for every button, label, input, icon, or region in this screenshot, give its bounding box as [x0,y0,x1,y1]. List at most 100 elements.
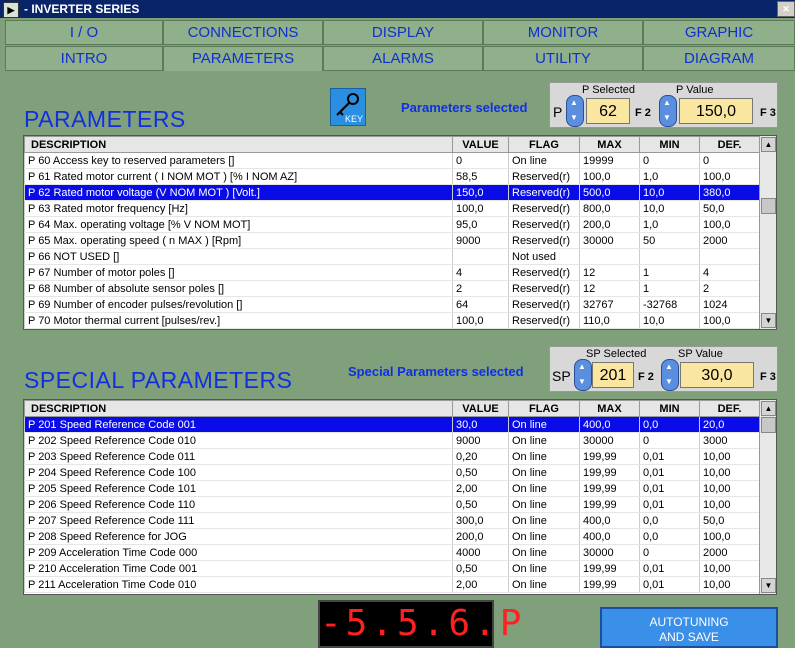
cell-flag: On line [508,576,580,593]
cell-max: 110,0 [579,312,640,329]
cell-flag: Reserved(r) [508,296,580,313]
table-row[interactable]: P 211 Acceleration Time Code 010 2,00 On l… [24,576,760,593]
cell-flag: On line [508,152,580,169]
tab-alarms[interactable]: ALARMS [323,46,483,71]
sp-col-flag[interactable]: FLAG [508,400,580,417]
cell-def: 100,0 [699,216,760,233]
cell-description: P 63 Rated motor frequency [Hz] [24,200,453,217]
cell-max: 199,99 [579,496,640,513]
scroll-up-icon[interactable]: ▲ [761,137,776,152]
table-row[interactable]: P 209 Acceleration Time Code 000 4000 On l… [24,544,760,561]
cell-def: 10,00 [699,448,760,465]
cell-max: 200,0 [579,216,640,233]
sp-selected-spinner[interactable]: ▲ ▼ [574,359,592,391]
sp-value-spinner[interactable]: ▲ ▼ [661,359,679,391]
cell-flag: On line [508,496,580,513]
cell-max: 30000 [579,544,640,561]
sp-scroll-thumb[interactable] [761,417,776,433]
table-row[interactable]: P 64 Max. operating voltage [% V NOM MOT… [24,216,760,233]
sp-scroll-down-icon[interactable]: ▼ [761,578,776,593]
cell-max: 19999 [579,152,640,169]
table-row[interactable]: P 206 Speed Reference Code 110 0,50 On lin… [24,496,760,513]
cell-def: 50,0 [699,512,760,529]
tab-display[interactable]: DISPLAY [323,20,483,45]
cell-def: 4 [699,264,760,281]
sp-value-field[interactable]: 30,0 [680,362,754,388]
table-row[interactable]: P 66 NOT USED [] Not used [24,248,760,265]
special-parameters-table: DESCRIPTION VALUE FLAG MAX MIN DEF. P 20… [23,399,777,595]
col-flag[interactable]: FLAG [508,136,580,153]
table-row[interactable]: P 61 Rated motor current ( I NOM MOT ) [… [24,168,760,185]
col-max[interactable]: MAX [579,136,640,153]
table-row[interactable]: P 202 Speed Reference Code 010 9000 On lin… [24,432,760,449]
close-icon[interactable]: ✕ [777,1,795,17]
cell-max: 32767 [579,296,640,313]
tab-diagram[interactable]: DIAGRAM [643,46,795,71]
tab-intro[interactable]: INTRO [5,46,163,71]
cell-flag: Reserved(r) [508,184,580,201]
sp-col-min[interactable]: MIN [639,400,700,417]
col-def[interactable]: DEF. [699,136,760,153]
table-row[interactable]: P 60 Access key to reserved parameters [… [24,152,760,169]
cell-max: 12 [579,280,640,297]
col-value[interactable]: VALUE [452,136,509,153]
cell-value: 9000 [452,432,509,449]
autotuning-save-button[interactable]: AUTOTUNING AND SAVE [600,607,778,648]
p-value-field[interactable]: 150,0 [679,98,753,124]
tab-monitor[interactable]: MONITOR [483,20,643,45]
table-row[interactable]: P 203 Speed Reference Code 011 0,20 On lin… [24,448,760,465]
table-row[interactable]: P 207 Speed Reference Code 111 300,0 On li… [24,512,760,529]
cell-max [579,248,640,265]
cell-def [699,248,760,265]
cell-def: 0 [699,152,760,169]
parameters-title: PARAMETERS [24,106,186,132]
tab-connections[interactable]: CONNECTIONS [163,20,323,45]
cell-description: P 210 Acceleration Time Code 001 [24,560,453,577]
cell-def: 2000 [699,232,760,249]
parameters-scrollbar[interactable]: ▲ ▼ [759,136,776,329]
p-selected-field[interactable]: 62 [586,98,630,124]
table-row[interactable]: P 63 Rated motor frequency [Hz] 100,0 Rese… [24,200,760,217]
cell-value: 100,0 [452,200,509,217]
cell-description: P 68 Number of absolute sensor poles [] [24,280,453,297]
parameter-selector: P Selected P Value P ▲ ▼ 62 F 2 ▲ ▼ 150,0 … [549,82,778,128]
table-row[interactable]: P 208 Speed Reference for JOG 200,0 On lin… [24,528,760,545]
scroll-down-icon[interactable]: ▼ [761,313,776,328]
scroll-thumb[interactable] [761,198,776,214]
sp-scroll-up-icon[interactable]: ▲ [761,401,776,416]
key-button[interactable]: KEY [330,88,366,126]
key-label: KEY [344,114,363,124]
special-scrollbar[interactable]: ▲ ▼ [759,400,776,594]
table-row[interactable]: P 70 Motor thermal current [pulses/rev.]… [24,312,760,329]
table-row[interactable]: P 69 Number of encoder pulses/revolution… [24,296,760,313]
sp-value-label: SP Value [678,348,723,360]
table-row[interactable]: P 205 Speed Reference Code 101 2,00 On lin… [24,480,760,497]
col-description[interactable]: DESCRIPTION [24,136,453,153]
sp-col-def[interactable]: DEF. [699,400,760,417]
tab-io[interactable]: I / O [5,20,163,45]
tab-parameters[interactable]: PARAMETERS [163,46,323,71]
cell-min: 0,01 [639,496,700,513]
cell-def: 10,00 [699,480,760,497]
cell-flag: Reserved(r) [508,200,580,217]
sp-col-description[interactable]: DESCRIPTION [24,400,453,417]
table-row[interactable]: P 62 Rated motor voltage (V NOM MOT ) [V… [24,184,760,201]
p-value-spinner[interactable]: ▲ ▼ [659,95,677,127]
table-row[interactable]: P 201 Speed Reference Code 001 30,0 On lin… [24,416,760,433]
table-row[interactable]: P 204 Speed Reference Code 100 0,50 On lin… [24,464,760,481]
cell-max: 30000 [579,232,640,249]
tab-graphic[interactable]: GRAPHIC [643,20,795,45]
cell-max: 400,0 [579,528,640,545]
tab-utility[interactable]: UTILITY [483,46,643,71]
table-row[interactable]: P 68 Number of absolute sensor poles [] 2… [24,280,760,297]
col-min[interactable]: MIN [639,136,700,153]
sp-col-value[interactable]: VALUE [452,400,509,417]
sp-col-max[interactable]: MAX [579,400,640,417]
table-row[interactable]: P 67 Number of motor poles [] 4 Reserved(r… [24,264,760,281]
p-selected-spinner[interactable]: ▲ ▼ [566,95,584,127]
sp-selected-field[interactable]: 201 [592,362,634,388]
f2-label: F 2 [635,107,651,119]
table-row[interactable]: P 210 Acceleration Time Code 001 0,50 On l… [24,560,760,577]
cell-max: 400,0 [579,416,640,433]
table-row[interactable]: P 65 Max. operating speed ( n MAX ) [Rpm… [24,232,760,249]
